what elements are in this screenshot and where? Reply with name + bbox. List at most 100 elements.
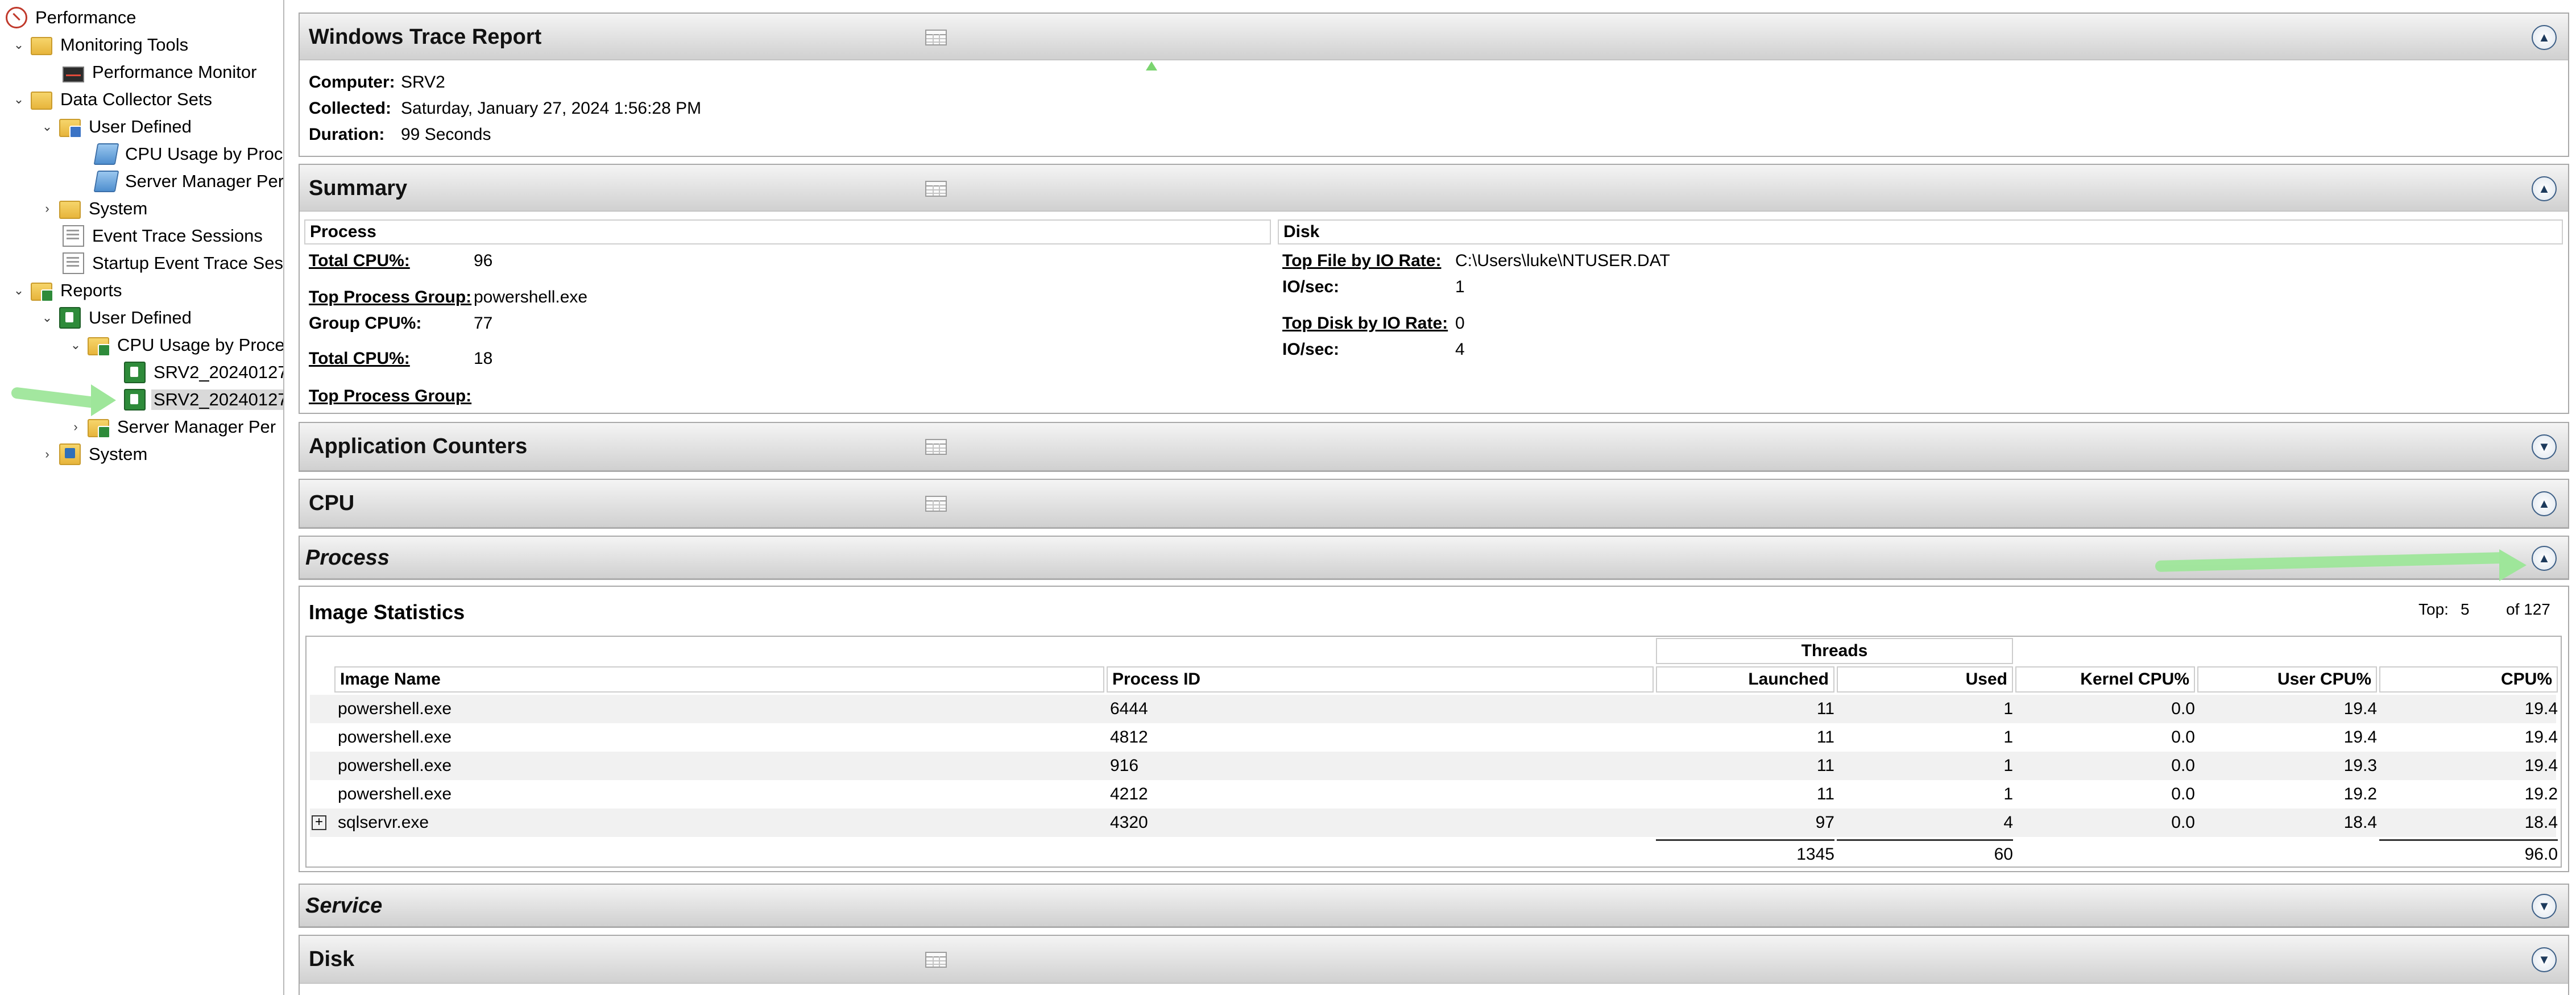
table-cell-user-cpu: 19.3 — [2343, 756, 2377, 775]
collapse-icon[interactable]: ▲ — [2532, 546, 2557, 571]
top-label: Top: — [2418, 600, 2449, 618]
tree-item-dcs-server-manager[interactable]: Server Manager Per — [93, 168, 284, 195]
tree-item-dcs-system[interactable]: › System — [39, 195, 150, 222]
tree-item-reports[interactable]: ⌄ Reports — [10, 277, 125, 304]
tree-item-label: Performance — [35, 7, 136, 27]
tree-item-monitoring-tools[interactable]: ⌄ Monitoring Tools — [10, 31, 190, 59]
tree-item-reports-cpu-usage[interactable]: ⌄ CPU Usage by Proce — [67, 331, 283, 359]
tree-item-label: SRV2_20240127- — [154, 362, 284, 382]
chevron-right-icon[interactable]: › — [39, 441, 56, 468]
expand-icon[interactable]: ▼ — [2532, 894, 2557, 919]
tree-item-reports-user-defined[interactable]: ⌄ User Defined — [39, 304, 194, 331]
tree-item-reports-server-manager[interactable]: › Server Manager Per — [67, 413, 278, 441]
collapse-icon[interactable]: ▲ — [2532, 25, 2557, 50]
expand-icon[interactable]: ▼ — [2532, 434, 2557, 459]
chevron-down-icon[interactable]: ⌄ — [39, 304, 56, 331]
collapse-icon[interactable]: ▲ — [2532, 491, 2557, 516]
table-view-icon[interactable] — [925, 496, 947, 512]
column-header-used[interactable]: Used — [1837, 666, 2013, 693]
tree-item-report-1[interactable]: SRV2_20240127- — [124, 359, 284, 386]
performance-icon — [6, 7, 27, 28]
section-header[interactable]: Application Counters ▼ — [300, 423, 2568, 471]
tree-item-label: System — [89, 444, 148, 464]
computer-value: SRV2 — [401, 73, 445, 92]
section-header[interactable]: CPU ▲ — [300, 480, 2568, 528]
table-cell-user-cpu: 19.4 — [2343, 699, 2377, 718]
top-file-link[interactable]: Top File by IO Rate: — [1282, 251, 1441, 270]
column-header-process-id[interactable]: Process ID — [1107, 666, 1654, 693]
chevron-right-icon[interactable]: › — [39, 195, 56, 222]
chevron-down-icon[interactable]: ⌄ — [39, 113, 56, 140]
folder-icon — [88, 337, 110, 356]
expand-row-icon[interactable]: + — [312, 815, 326, 830]
section-header[interactable]: Windows Trace Report ▲ — [300, 14, 2568, 60]
chevron-down-icon[interactable]: ⌄ — [10, 86, 27, 113]
table-view-icon[interactable] — [925, 30, 947, 45]
tree-item-label: Server Manager Per — [125, 171, 284, 191]
total-cpu-link[interactable]: Total CPU%: — [309, 251, 410, 270]
column-header-kernel-cpu[interactable]: Kernel CPU% — [2015, 666, 2195, 693]
chevron-down-icon[interactable]: ⌄ — [67, 331, 84, 359]
cursor-marker — [1146, 61, 1157, 71]
duration-value: 99 Seconds — [401, 125, 491, 144]
total-used: 60 — [1994, 845, 2013, 864]
iosec-value: 4 — [1455, 340, 1465, 359]
tree-item-label: CPU Usage by Proce — [125, 144, 284, 164]
chevron-right-icon[interactable]: › — [67, 413, 84, 441]
total-cpu-link[interactable]: Total CPU%: — [309, 349, 410, 368]
expand-icon[interactable]: ▼ — [2532, 947, 2557, 972]
table-cell-image-name: sqlservr.exe — [338, 813, 429, 832]
tree-item-event-trace-sessions[interactable]: Event Trace Sessions — [63, 222, 265, 250]
top-count-value[interactable]: 5 — [2461, 600, 2470, 619]
tree-item-dcs-user-defined[interactable]: ⌄ User Defined — [39, 113, 194, 140]
section-title: Windows Trace Report — [309, 25, 542, 49]
top-process-group-link[interactable]: Top Process Group: — [309, 387, 471, 405]
top-disk-link[interactable]: Top Disk by IO Rate: — [1282, 314, 1448, 333]
column-header-launched[interactable]: Launched — [1656, 666, 1834, 693]
table-cell-process-id: 6444 — [1110, 699, 1148, 718]
tree-item-data-collector-sets[interactable]: ⌄ Data Collector Sets — [10, 86, 214, 113]
tree-item-report-2[interactable]: SRV2_20240127- — [124, 386, 283, 413]
process-heading: Process — [304, 219, 1271, 244]
section-header[interactable]: Process ▲ — [300, 537, 2568, 579]
section-header[interactable]: Service ▼ — [300, 885, 2568, 927]
column-header-image-name[interactable]: Image Name — [334, 666, 1104, 693]
service-section: Service ▼ — [299, 884, 2569, 928]
tree-item-performance[interactable]: Performance — [6, 4, 138, 31]
column-header-cpu[interactable]: CPU% — [2379, 666, 2558, 693]
table-cell-used: 1 — [2003, 785, 2013, 803]
data-collector-set-icon — [93, 171, 119, 192]
table-view-icon[interactable] — [925, 439, 947, 455]
tree-item-dcs-cpu-usage[interactable]: CPU Usage by Proce — [93, 140, 284, 168]
tree-item-label: User Defined — [89, 308, 192, 327]
table-cell-cpu: 19.4 — [2524, 728, 2558, 747]
chevron-down-icon[interactable]: ⌄ — [10, 31, 27, 59]
section-header[interactable]: Summary ▲ — [300, 165, 2568, 212]
top-process-group-link[interactable]: Top Process Group: — [309, 288, 471, 306]
table-cell-cpu: 18.4 — [2524, 813, 2558, 832]
tree-item-performance-monitor[interactable]: Performance Monitor — [63, 59, 259, 86]
table-view-icon[interactable] — [925, 181, 947, 197]
table-cell-process-id: 4320 — [1110, 813, 1148, 832]
tree-item-label: Performance Monitor — [92, 62, 257, 82]
chevron-down-icon[interactable]: ⌄ — [10, 277, 27, 304]
monitor-icon — [63, 67, 84, 82]
iosec-label: IO/sec: — [1282, 277, 1340, 296]
table-cell-launched: 11 — [1816, 785, 1834, 803]
highlight-arrow — [10, 387, 97, 409]
section-header[interactable]: Disk ▼ — [300, 936, 2568, 984]
collected-label: Collected: — [309, 99, 392, 118]
column-header-user-cpu[interactable]: User CPU% — [2197, 666, 2377, 693]
section-title: Service — [305, 894, 383, 918]
data-collector-set-icon — [93, 143, 119, 165]
tree-item-startup-event-trace[interactable]: Startup Event Trace Sess — [63, 250, 283, 277]
report-icon — [124, 389, 146, 411]
tree-item-reports-system[interactable]: › System — [39, 441, 150, 468]
table-view-icon[interactable] — [925, 952, 947, 968]
collapse-icon[interactable]: ▲ — [2532, 176, 2557, 201]
disk-heading: Disk — [1278, 219, 2563, 244]
folder-icon — [31, 37, 52, 55]
total-cpu-value: 18 — [474, 349, 493, 368]
top-process-group-value: powershell.exe — [474, 288, 588, 306]
total-count-label: of 127 — [2506, 600, 2550, 618]
